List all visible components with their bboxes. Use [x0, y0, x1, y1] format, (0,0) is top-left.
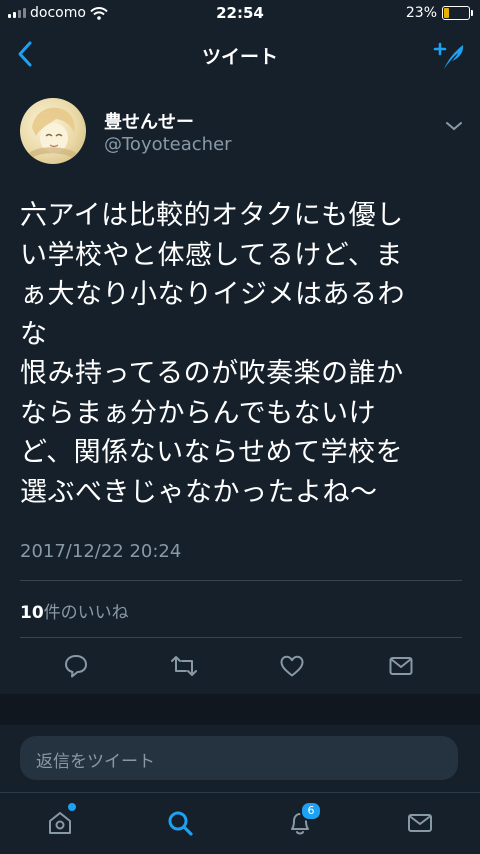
battery-level — [444, 8, 449, 18]
page-title: ツイート — [201, 46, 278, 68]
tweet-text-line: 選ぶべきじゃなかったよね〜 — [20, 476, 378, 508]
tweet-text: 六アイは比較的オタクにも優し い学校やと体感してるけど、ま ぁ大なり小なりイジメ… — [20, 196, 462, 512]
compose-tweet-button[interactable] — [432, 38, 466, 72]
nav-bar: ツイート — [0, 28, 480, 83]
dm-icon — [389, 657, 413, 675]
section-separator — [0, 694, 480, 724]
tab-bar: 6 — [0, 792, 480, 854]
divider — [20, 580, 462, 581]
tweet-timestamp: 2017/12/22 20:24 — [20, 541, 182, 562]
notifications-badge: 6 — [300, 801, 322, 821]
avatar-illustration — [27, 107, 81, 161]
tab-messages[interactable] — [402, 805, 438, 841]
tweet-text-line: い学校やと体感してるけど、ま — [20, 239, 403, 271]
home-unread-dot — [68, 803, 76, 811]
direct-message-button[interactable] — [383, 648, 419, 684]
tweet-actions — [0, 648, 480, 684]
tweet-text-line: な — [20, 318, 48, 350]
status-right: 23% — [405, 5, 473, 21]
battery-icon — [442, 6, 473, 20]
avatar[interactable] — [20, 98, 86, 164]
battery-tip — [471, 10, 473, 16]
reply-icon — [65, 655, 87, 678]
user-name[interactable]: 豊せんせー — [104, 108, 194, 134]
tab-search[interactable] — [162, 805, 198, 841]
retweet-button[interactable] — [166, 648, 202, 684]
tab-home[interactable] — [42, 803, 78, 841]
home-icon — [49, 812, 71, 834]
likes-number: 10 — [20, 603, 44, 623]
reply-input[interactable]: 返信をツイート — [20, 736, 458, 780]
battery-percent: 23% — [405, 5, 437, 21]
tab-notifications[interactable]: 6 — [282, 801, 322, 841]
search-icon — [168, 811, 193, 836]
compose-tweet-icon — [433, 42, 464, 69]
reply-button[interactable] — [58, 648, 94, 684]
like-button[interactable] — [274, 648, 310, 684]
tweet-text-line: 恨み持ってるのが吹奏楽の誰か — [20, 358, 404, 389]
status-bar: docomo 22:54 23% — [0, 0, 480, 28]
like-icon — [280, 655, 304, 677]
reply-composer: 返信をツイート — [0, 724, 480, 793]
tweet-detail: 豊せんせー @Toyoteacher 六アイは比較的オタクにも優し い学校やと体… — [0, 82, 480, 694]
tweet-text-line: ぁ大なり小なりイジメはあるわ — [20, 279, 405, 310]
messages-icon — [408, 814, 432, 832]
chevron-down-icon — [446, 122, 462, 131]
likes-label: 件のいいね — [43, 603, 129, 623]
tweet-text-line: ならまぁ分からんでもないけ — [20, 397, 377, 429]
tweet-text-line: ど、関係ないならせめて学校を — [20, 437, 404, 468]
retweet-icon — [171, 656, 197, 676]
tweet-text-line: 六アイは比較的オタクにも優し — [20, 200, 404, 231]
reply-placeholder: 返信をツイート — [36, 752, 155, 772]
user-handle[interactable]: @Toyoteacher — [104, 134, 232, 155]
tweet-options-button[interactable] — [446, 116, 462, 131]
divider — [20, 637, 462, 638]
likes-count[interactable]: 10件のいいね — [20, 598, 129, 623]
